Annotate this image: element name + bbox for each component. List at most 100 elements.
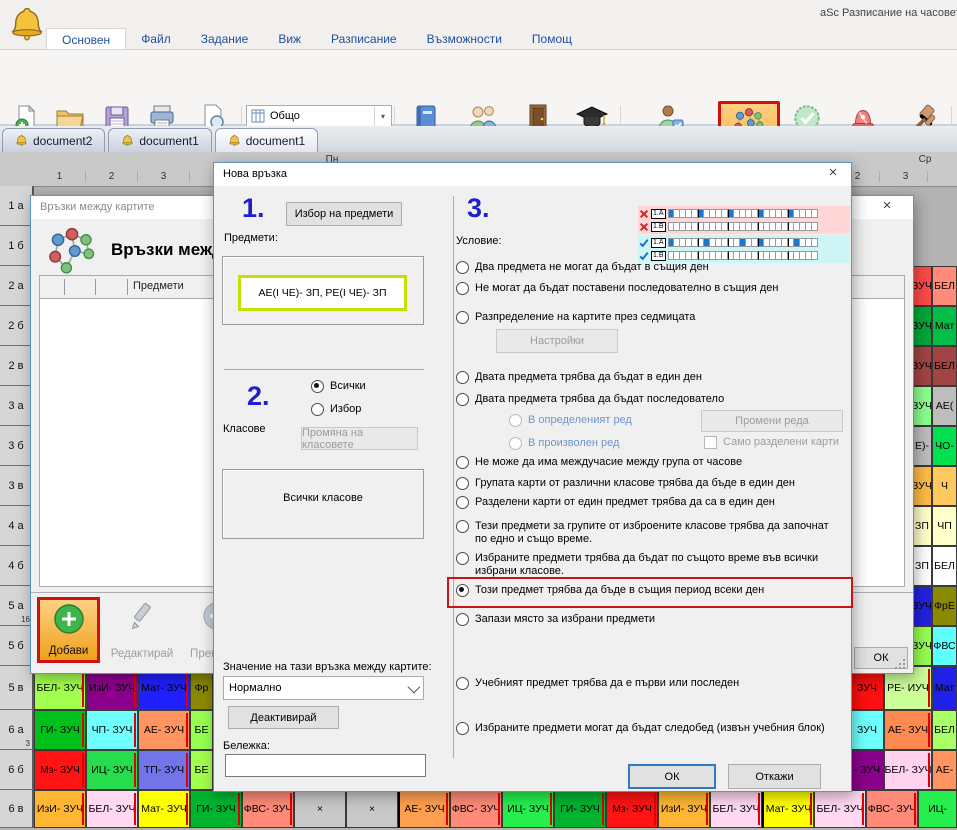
menu-tab[interactable]: Възможности: [412, 28, 517, 49]
timetable-cell[interactable]: ФрЕ: [932, 586, 957, 626]
document-tab[interactable]: document1: [108, 128, 211, 152]
timetable-cell[interactable]: Мат- ЗУЧ: [138, 790, 190, 828]
timetable-cell[interactable]: ИЦ- ЗУЧ: [502, 790, 554, 828]
row-header[interactable]: 1 б: [0, 226, 34, 266]
defined-order-radio[interactable]: В определеният ред: [509, 414, 632, 427]
condition-radio-option[interactable]: Учебният предмет трябва да е първи или п…: [456, 677, 739, 690]
condition-radio-option[interactable]: Разпределение на картите през седмицата: [456, 311, 695, 324]
add-link-button[interactable]: Добави: [37, 597, 100, 663]
row-header[interactable]: 2 в: [0, 346, 34, 386]
timetable-cell[interactable]: Е)-: [912, 426, 932, 466]
condition-radio-option[interactable]: Разделени карти от един предмет трябва д…: [456, 496, 775, 509]
timetable-cell[interactable]: БЕЛ: [932, 546, 957, 586]
timetable-cell[interactable]: Мат: [932, 306, 957, 346]
timetable-cell[interactable]: ЗУЧ: [912, 466, 932, 506]
row-header[interactable]: 4 б: [0, 546, 34, 586]
resize-grip[interactable]: [895, 659, 905, 669]
condition-radio-option[interactable]: Не могат да бъдат поставени последовател…: [456, 282, 778, 295]
timetable-cell[interactable]: Мз- ЗУЧ: [34, 750, 86, 790]
split-cards-checkbox[interactable]: Само разделени карти: [704, 436, 839, 449]
classes-pick-radio[interactable]: Избор: [311, 403, 361, 416]
note-input[interactable]: [225, 754, 426, 777]
row-header[interactable]: 3 а: [0, 386, 34, 426]
timetable-cell[interactable]: БЕЛ- ЗУЧ: [814, 790, 866, 828]
timetable-cell[interactable]: ЧП: [932, 506, 957, 546]
timetable-cell[interactable]: Мат- ЗУЧ: [762, 790, 814, 828]
close-icon[interactable]: ×: [876, 197, 898, 217]
timetable-cell[interactable]: БЕЛ: [932, 710, 957, 750]
classes-all-radio[interactable]: Всички: [311, 380, 366, 393]
timetable-cell[interactable]: ИзИ- ЗУЧ: [658, 790, 710, 828]
timetable-cell[interactable]: ИЦ-: [918, 790, 957, 828]
timetable-cell[interactable]: БЕ: [190, 750, 213, 790]
timetable-cell[interactable]: БЕЛ: [932, 266, 957, 306]
timetable-cell[interactable]: ФВС- ЗУЧ: [450, 790, 502, 828]
condition-radio-option[interactable]: Избраните предмети могат да бъдат следоб…: [456, 722, 825, 735]
condition-radio-option[interactable]: Не може да има междучасие между група от…: [456, 456, 742, 469]
timetable-cell[interactable]: БЕЛ- ЗУЧ: [86, 790, 138, 828]
menu-tab[interactable]: Разписание: [316, 28, 412, 49]
timetable-cell[interactable]: ЗП: [912, 546, 932, 586]
condition-radio-option[interactable]: Този предмет трябва да бъде в същия пери…: [456, 584, 764, 597]
timetable-cell[interactable]: ЗУЧ: [850, 710, 884, 750]
condition-radio-option[interactable]: Запази място за избрани предмети: [456, 613, 655, 626]
row-header[interactable]: 6 в: [0, 790, 34, 828]
condition-radio-option[interactable]: Двата предмета трябва да бъдат последова…: [456, 393, 724, 406]
menu-tab[interactable]: Виж: [263, 28, 316, 49]
timetable-cell[interactable]: ЗУЧ: [912, 266, 932, 306]
timetable-cell[interactable]: ГИ- ЗУЧ: [34, 710, 86, 750]
timetable-cell[interactable]: ЗУЧ: [912, 346, 932, 386]
row-header[interactable]: 4 а: [0, 506, 34, 546]
timetable-cell[interactable]: АЕ- ЗУЧ: [884, 710, 932, 750]
ok-button[interactable]: ОК: [628, 764, 716, 789]
timetable-cell[interactable]: АЕ(: [932, 386, 957, 426]
timetable-cell[interactable]: БЕЛ: [932, 346, 957, 386]
condition-radio-option[interactable]: Избраните предмети трябва да бъдат по съ…: [456, 552, 838, 578]
row-header[interactable]: 5 а16: [0, 586, 34, 626]
condition-radio-option[interactable]: Групата карти от различни класове трябва…: [456, 477, 795, 490]
timetable-cell[interactable]: ЗУЧ: [912, 586, 932, 626]
settings-button[interactable]: Настройки: [496, 329, 618, 353]
row-header[interactable]: 1 а: [0, 186, 34, 226]
document-tab[interactable]: document1: [215, 128, 318, 152]
timetable-cell[interactable]: ЗУЧ: [912, 306, 932, 346]
timetable-cell[interactable]: АЕ-: [932, 750, 957, 790]
row-header[interactable]: 3 в: [0, 466, 34, 506]
timetable-cell[interactable]: ЗУЧ: [912, 626, 932, 666]
close-icon[interactable]: ×: [822, 164, 844, 184]
menu-tab[interactable]: Файл: [126, 28, 186, 49]
change-order-button[interactable]: Промени реда: [701, 410, 843, 432]
row-header[interactable]: 6 б: [0, 750, 34, 790]
menu-tab[interactable]: Задание: [186, 28, 264, 49]
selected-subjects-value[interactable]: АЕ(I ЧЕ)- ЗП, РЕ(I ЧЕ)- ЗП: [238, 275, 407, 311]
row-header[interactable]: 5 в: [0, 666, 34, 710]
timetable-cell[interactable]: ЧО-: [932, 426, 957, 466]
timetable-cell[interactable]: ×: [346, 790, 398, 828]
deactivate-button[interactable]: Деактивирай: [228, 706, 339, 729]
timetable-cell[interactable]: Мз- ЗУЧ: [606, 790, 658, 828]
timetable-cell[interactable]: ЗП: [912, 506, 932, 546]
timetable-cell[interactable]: ФВС: [932, 626, 957, 666]
timetable-cell[interactable]: ГИ- ЗУЧ: [190, 790, 242, 828]
timetable-cell[interactable]: ФВС- ЗУЧ: [866, 790, 918, 828]
combo-dropdown-icon[interactable]: ▾: [374, 106, 391, 126]
timetable-cell[interactable]: ИЦ- ЗУЧ: [86, 750, 138, 790]
timetable-cell[interactable]: БЕЛ- ЗУЧ: [710, 790, 762, 828]
condition-radio-option[interactable]: Тези предмети за групите от изброените к…: [456, 520, 838, 546]
timetable-cell[interactable]: - ЗУЧ: [850, 750, 884, 790]
meaning-select[interactable]: Нормално: [223, 676, 424, 700]
timetable-cell[interactable]: БЕЛ- ЗУЧ: [884, 750, 932, 790]
timetable-cell[interactable]: ЧП- ЗУЧ: [86, 710, 138, 750]
timetable-cell[interactable]: ГИ- ЗУЧ: [554, 790, 606, 828]
menu-tab[interactable]: Основен: [46, 28, 126, 49]
select-subjects-button[interactable]: Избор на предмети: [286, 202, 402, 226]
row-header[interactable]: 6 а3: [0, 710, 34, 750]
cancel-button[interactable]: Откажи: [728, 764, 821, 789]
asc-bell-logo-icon[interactable]: [8, 2, 46, 46]
row-header[interactable]: 3 б: [0, 426, 34, 466]
timetable-cell[interactable]: Мат: [932, 666, 957, 710]
timetable-cell[interactable]: ИзИ- ЗУЧ: [34, 790, 86, 828]
any-order-radio[interactable]: В произволен ред: [509, 437, 619, 450]
edit-link-button[interactable]: Редактирай: [105, 597, 179, 663]
condition-radio-option[interactable]: Два предмета не могат да бъдат в същия д…: [456, 261, 709, 274]
